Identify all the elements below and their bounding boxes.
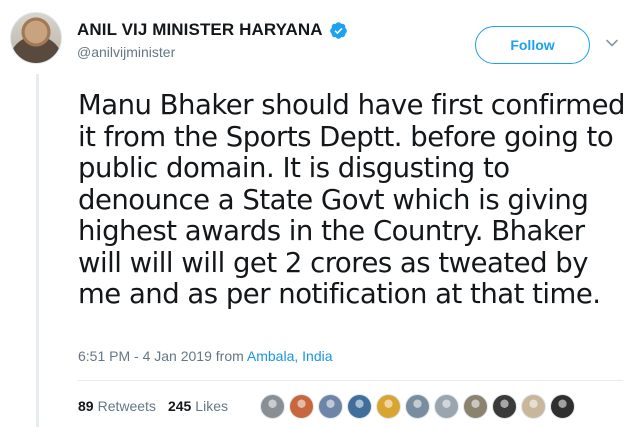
tweet-line: public domain. It is disgusting to: [78, 152, 510, 184]
liker-avatar[interactable]: [492, 394, 517, 419]
author-handle[interactable]: @anilvijminister: [77, 44, 348, 60]
likes-count: 245: [167, 398, 192, 414]
liker-avatar[interactable]: [434, 394, 459, 419]
liker-avatar[interactable]: [347, 394, 372, 419]
retweets-label: Retweets: [97, 398, 156, 414]
tweet-text: Manu Bhaker should have first confirmed …: [78, 89, 638, 311]
liker-avatar[interactable]: [550, 394, 575, 419]
verified-badge-icon: [329, 21, 347, 39]
tweet-line: me and as per notification at that time.: [78, 278, 601, 310]
name-row: ANIL VIJ MINISTER HARYANA: [77, 20, 348, 40]
liker-avatar[interactable]: [463, 394, 488, 419]
thread-line: [36, 74, 39, 427]
divider: [78, 380, 623, 381]
tweet-timestamp[interactable]: 6:51 PM - 4 Jan 2019: [78, 348, 212, 364]
liker-avatar[interactable]: [521, 394, 546, 419]
author-name[interactable]: ANIL VIJ MINISTER HARYANA: [77, 20, 323, 40]
likes-label: Likes: [195, 398, 228, 414]
tweet-stats: 89 Retweets 245 Likes: [78, 398, 228, 414]
tweet-meta: 6:51 PM - 4 Jan 2019 from Ambala, India: [78, 348, 333, 364]
tweet-line: Manu Bhaker should have first confirmed: [78, 89, 625, 121]
author-avatar[interactable]: [10, 12, 62, 64]
likes-stat[interactable]: 245 Likes: [168, 398, 228, 414]
liker-avatars: [260, 394, 575, 419]
tweet-line: it from the Sports Deptt. before going t…: [78, 120, 614, 153]
tweet-header: ANIL VIJ MINISTER HARYANA @anilvijminist…: [77, 20, 348, 60]
retweets-count: 89: [78, 398, 94, 414]
tweet-line: highest awards in the Country. Bhaker: [78, 215, 585, 247]
location-link[interactable]: Ambala, India: [247, 348, 333, 364]
liker-avatar[interactable]: [405, 394, 430, 419]
tweet-line: will will will get 2 crores as tweated b…: [78, 246, 589, 279]
from-label: from: [215, 348, 244, 364]
liker-avatar[interactable]: [318, 394, 343, 419]
liker-avatar[interactable]: [289, 394, 314, 419]
follow-button[interactable]: Follow: [475, 26, 590, 64]
liker-avatar[interactable]: [376, 394, 401, 419]
chevron-down-icon[interactable]: [605, 36, 619, 50]
liker-avatar[interactable]: [260, 394, 285, 419]
retweets-stat[interactable]: 89 Retweets: [78, 398, 156, 414]
tweet-line: denounce a State Govt which is giving: [78, 183, 589, 216]
